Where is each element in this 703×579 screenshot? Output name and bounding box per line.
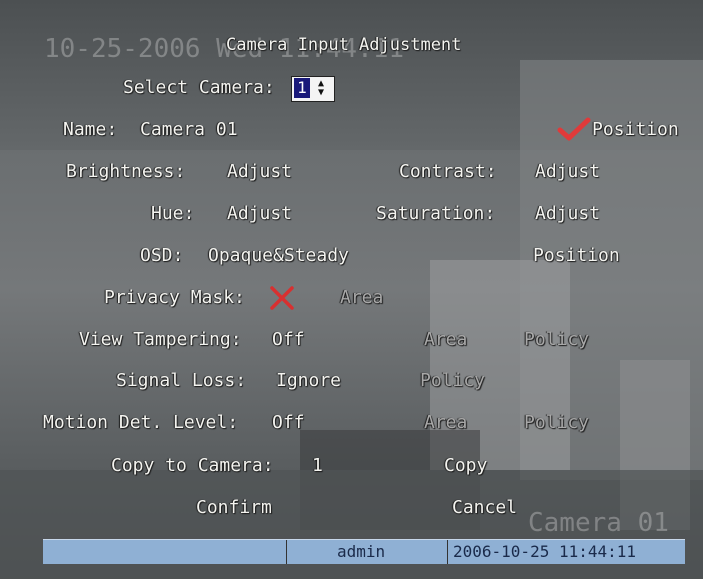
brightness-label: Brightness: [66,161,186,182]
select-camera-spinner[interactable]: 1 ▲ ▼ [291,76,335,102]
position-checkbox[interactable] [557,116,591,142]
hue-adjust-button[interactable]: Adjust [227,203,292,225]
position-label: Position [592,119,679,140]
view-tampering-label: View Tampering: [79,329,242,350]
osd-label: OSD: [140,245,184,266]
view-tampering-select[interactable]: Off [272,329,305,351]
motion-det-label: Motion Det. Level: [43,412,239,433]
checkmark-icon [557,117,591,141]
motion-det-policy-button[interactable]: Policy [524,412,589,434]
dialog-title: Camera Input Adjustment [226,35,462,55]
privacy-mask-area-button[interactable]: Area [340,287,383,309]
status-divider [447,540,448,564]
signal-loss-policy-button[interactable]: Policy [420,370,485,392]
select-camera-value: 1 [294,78,310,98]
view-tampering-policy-button[interactable]: Policy [524,329,589,351]
up-down-arrows-icon[interactable]: ▲ ▼ [312,79,330,99]
signal-loss-select[interactable]: Ignore [276,370,341,392]
copy-button[interactable]: Copy [444,455,487,477]
confirm-button[interactable]: Confirm [196,497,272,519]
status-user: admin [337,542,386,561]
cross-icon [270,286,294,310]
camera-name-overlay: Camera 01 [528,508,669,538]
saturation-label: Saturation: [376,203,496,224]
brightness-adjust-button[interactable]: Adjust [227,161,292,183]
osd-mode-select[interactable]: Opaque&Steady [208,245,349,267]
name-label: Name: [63,119,118,140]
copy-to-camera-label: Copy to Camera: [111,455,274,476]
hue-label: Hue: [151,203,195,224]
signal-loss-label: Signal Loss: [116,370,247,391]
osd-position-button[interactable]: Position [533,245,620,267]
camera-video-background: 10-25-2006 Wed 11:44:11 Camera 01 Camera… [0,0,703,579]
status-divider [286,540,287,564]
saturation-adjust-button[interactable]: Adjust [535,203,600,225]
contrast-adjust-button[interactable]: Adjust [535,161,600,183]
status-bar: admin 2006-10-25 11:44:11 [43,539,685,564]
select-camera-label: Select Camera: [123,77,275,98]
cancel-button[interactable]: Cancel [452,497,517,519]
privacy-mask-label: Privacy Mask: [104,287,245,308]
contrast-label: Contrast: [399,161,497,182]
view-tampering-area-button[interactable]: Area [424,329,467,351]
motion-det-select[interactable]: Off [272,412,305,434]
privacy-mask-checkbox[interactable] [268,285,296,311]
name-field[interactable]: Camera 01 [140,119,238,141]
copy-to-camera-select[interactable]: 1 [312,455,323,477]
motion-det-area-button[interactable]: Area [424,412,467,434]
status-datetime: 2006-10-25 11:44:11 [453,542,637,561]
